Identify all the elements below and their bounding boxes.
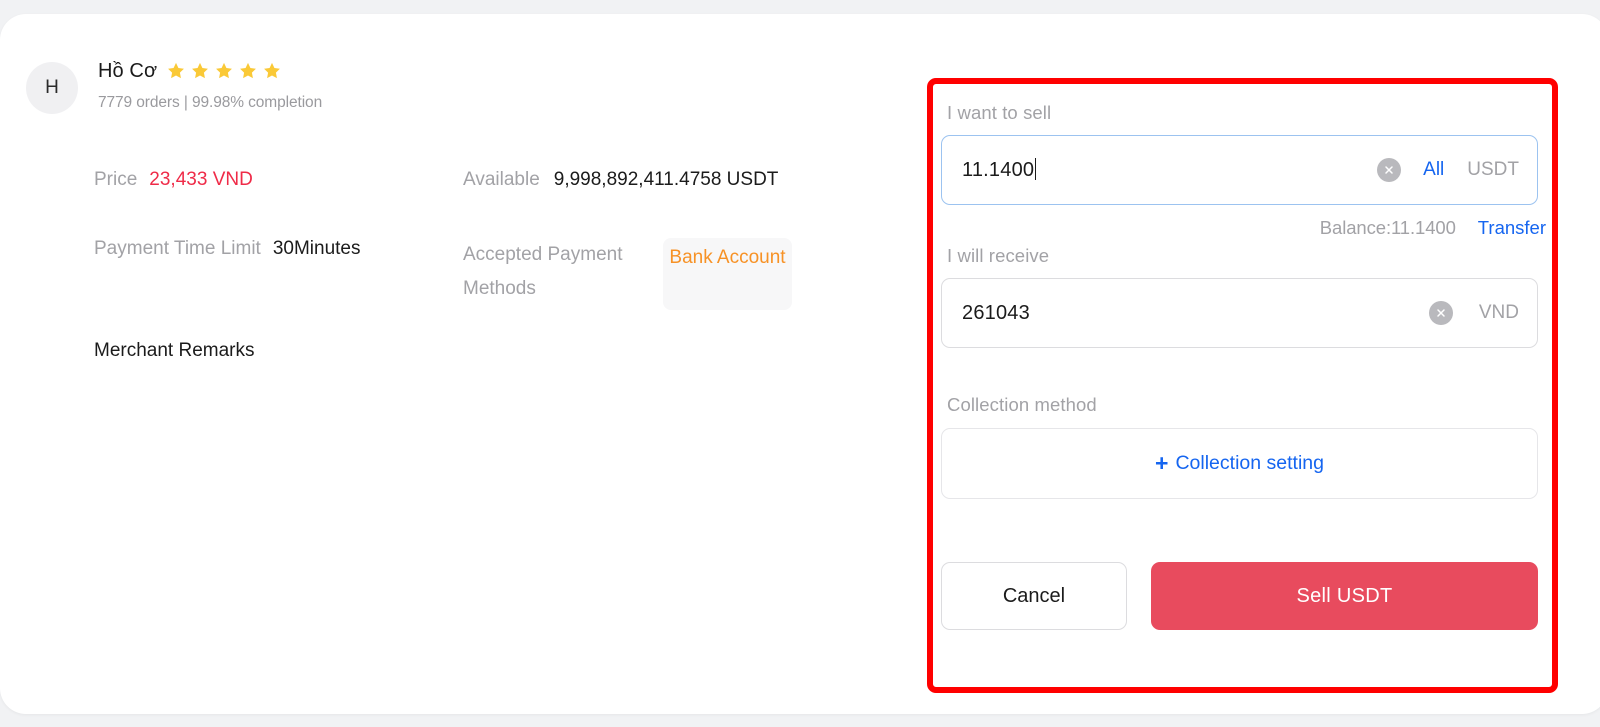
- sell-usdt-button[interactable]: Sell USDT: [1151, 562, 1538, 630]
- star-icon: [240, 62, 257, 79]
- avatar: H: [26, 62, 78, 114]
- plus-icon: +: [1155, 450, 1169, 476]
- offer-details-column: H Hồ Cơ 7779 orders | 99.98% completion: [0, 14, 900, 714]
- clear-icon[interactable]: [1428, 301, 1453, 325]
- merchant-name-row: Hồ Cơ: [98, 58, 322, 84]
- sell-order-panel: I want to sell 11.1400 All USDT Balance:…: [933, 84, 1552, 687]
- payment-time-label: Payment Time Limit: [94, 238, 261, 259]
- merchant-header: H Hồ Cơ 7779 orders | 99.98% completion: [26, 58, 322, 114]
- sell-amount-input[interactable]: 11.1400 All USDT: [941, 135, 1538, 205]
- receive-amount-input[interactable]: 261043 VND: [941, 278, 1538, 348]
- receive-amount-unit: VND: [1478, 302, 1519, 323]
- payment-method-chip-bank-account[interactable]: Bank Account: [663, 238, 792, 310]
- balance-text: Balance:11.1400: [1319, 217, 1456, 238]
- rating-stars: [166, 61, 282, 81]
- all-button[interactable]: All: [1423, 159, 1444, 181]
- panel-actions: Cancel Sell USDT: [941, 562, 1538, 630]
- receive-amount-value: 261043: [962, 301, 1030, 324]
- sell-amount-value: 11.1400: [962, 158, 1037, 181]
- transfer-link[interactable]: Transfer: [1478, 217, 1546, 239]
- available-value: 9,998,892,411.4758 USDT: [553, 169, 779, 190]
- collection-method-label: Collection method: [947, 394, 1097, 415]
- merchant-stats: 7779 orders | 99.98% completion: [98, 94, 323, 111]
- merchant-remarks-row: Merchant Remarks: [94, 340, 255, 362]
- price-value: 23,433 VND: [149, 169, 253, 190]
- cancel-button[interactable]: Cancel: [941, 562, 1127, 630]
- sell-amount-label: I want to sell: [947, 102, 1052, 123]
- order-card: H Hồ Cơ 7779 orders | 99.98% completion: [0, 14, 1600, 714]
- payment-time-value: 30Minutes: [272, 238, 361, 259]
- star-icon: [264, 62, 281, 79]
- star-icon: [216, 62, 233, 79]
- star-icon: [192, 62, 209, 79]
- text-caret: [1035, 158, 1037, 180]
- annotation-highlight-box: I want to sell 11.1400 All USDT Balance:…: [927, 78, 1558, 693]
- accepted-methods-label: Accepted Payment Methods: [463, 244, 623, 299]
- available-label: Available: [463, 169, 540, 190]
- merchant-name: Hồ Cơ: [98, 59, 158, 82]
- receive-amount-label: I will receive: [947, 245, 1050, 266]
- price-group: Price 23,433 VND: [94, 169, 463, 191]
- collection-setting-link: + Collection setting: [1155, 452, 1324, 475]
- clear-icon[interactable]: [1377, 158, 1402, 182]
- price-available-row: Price 23,433 VND Available 9,998,892,411…: [94, 169, 778, 191]
- merchant-remarks-label: Merchant Remarks: [94, 340, 255, 361]
- available-group: Available 9,998,892,411.4758 USDT: [463, 169, 778, 191]
- payment-methods-row: Payment Time Limit 30Minutes Accepted Pa…: [94, 238, 792, 310]
- star-icon: [168, 62, 185, 79]
- sell-amount-unit: USDT: [1467, 159, 1519, 180]
- merchant-info: Hồ Cơ 7779 orders | 99.98% completion: [98, 58, 322, 112]
- accepted-methods-group: Accepted Payment Methods Bank Account: [463, 238, 792, 310]
- payment-time-group: Payment Time Limit 30Minutes: [94, 238, 463, 260]
- balance-row: Balance:11.1400 Transfer: [941, 217, 1546, 239]
- collection-setting-button[interactable]: + Collection setting: [941, 428, 1538, 499]
- price-label: Price: [94, 169, 138, 190]
- collection-setting-label: Collection setting: [1175, 452, 1324, 474]
